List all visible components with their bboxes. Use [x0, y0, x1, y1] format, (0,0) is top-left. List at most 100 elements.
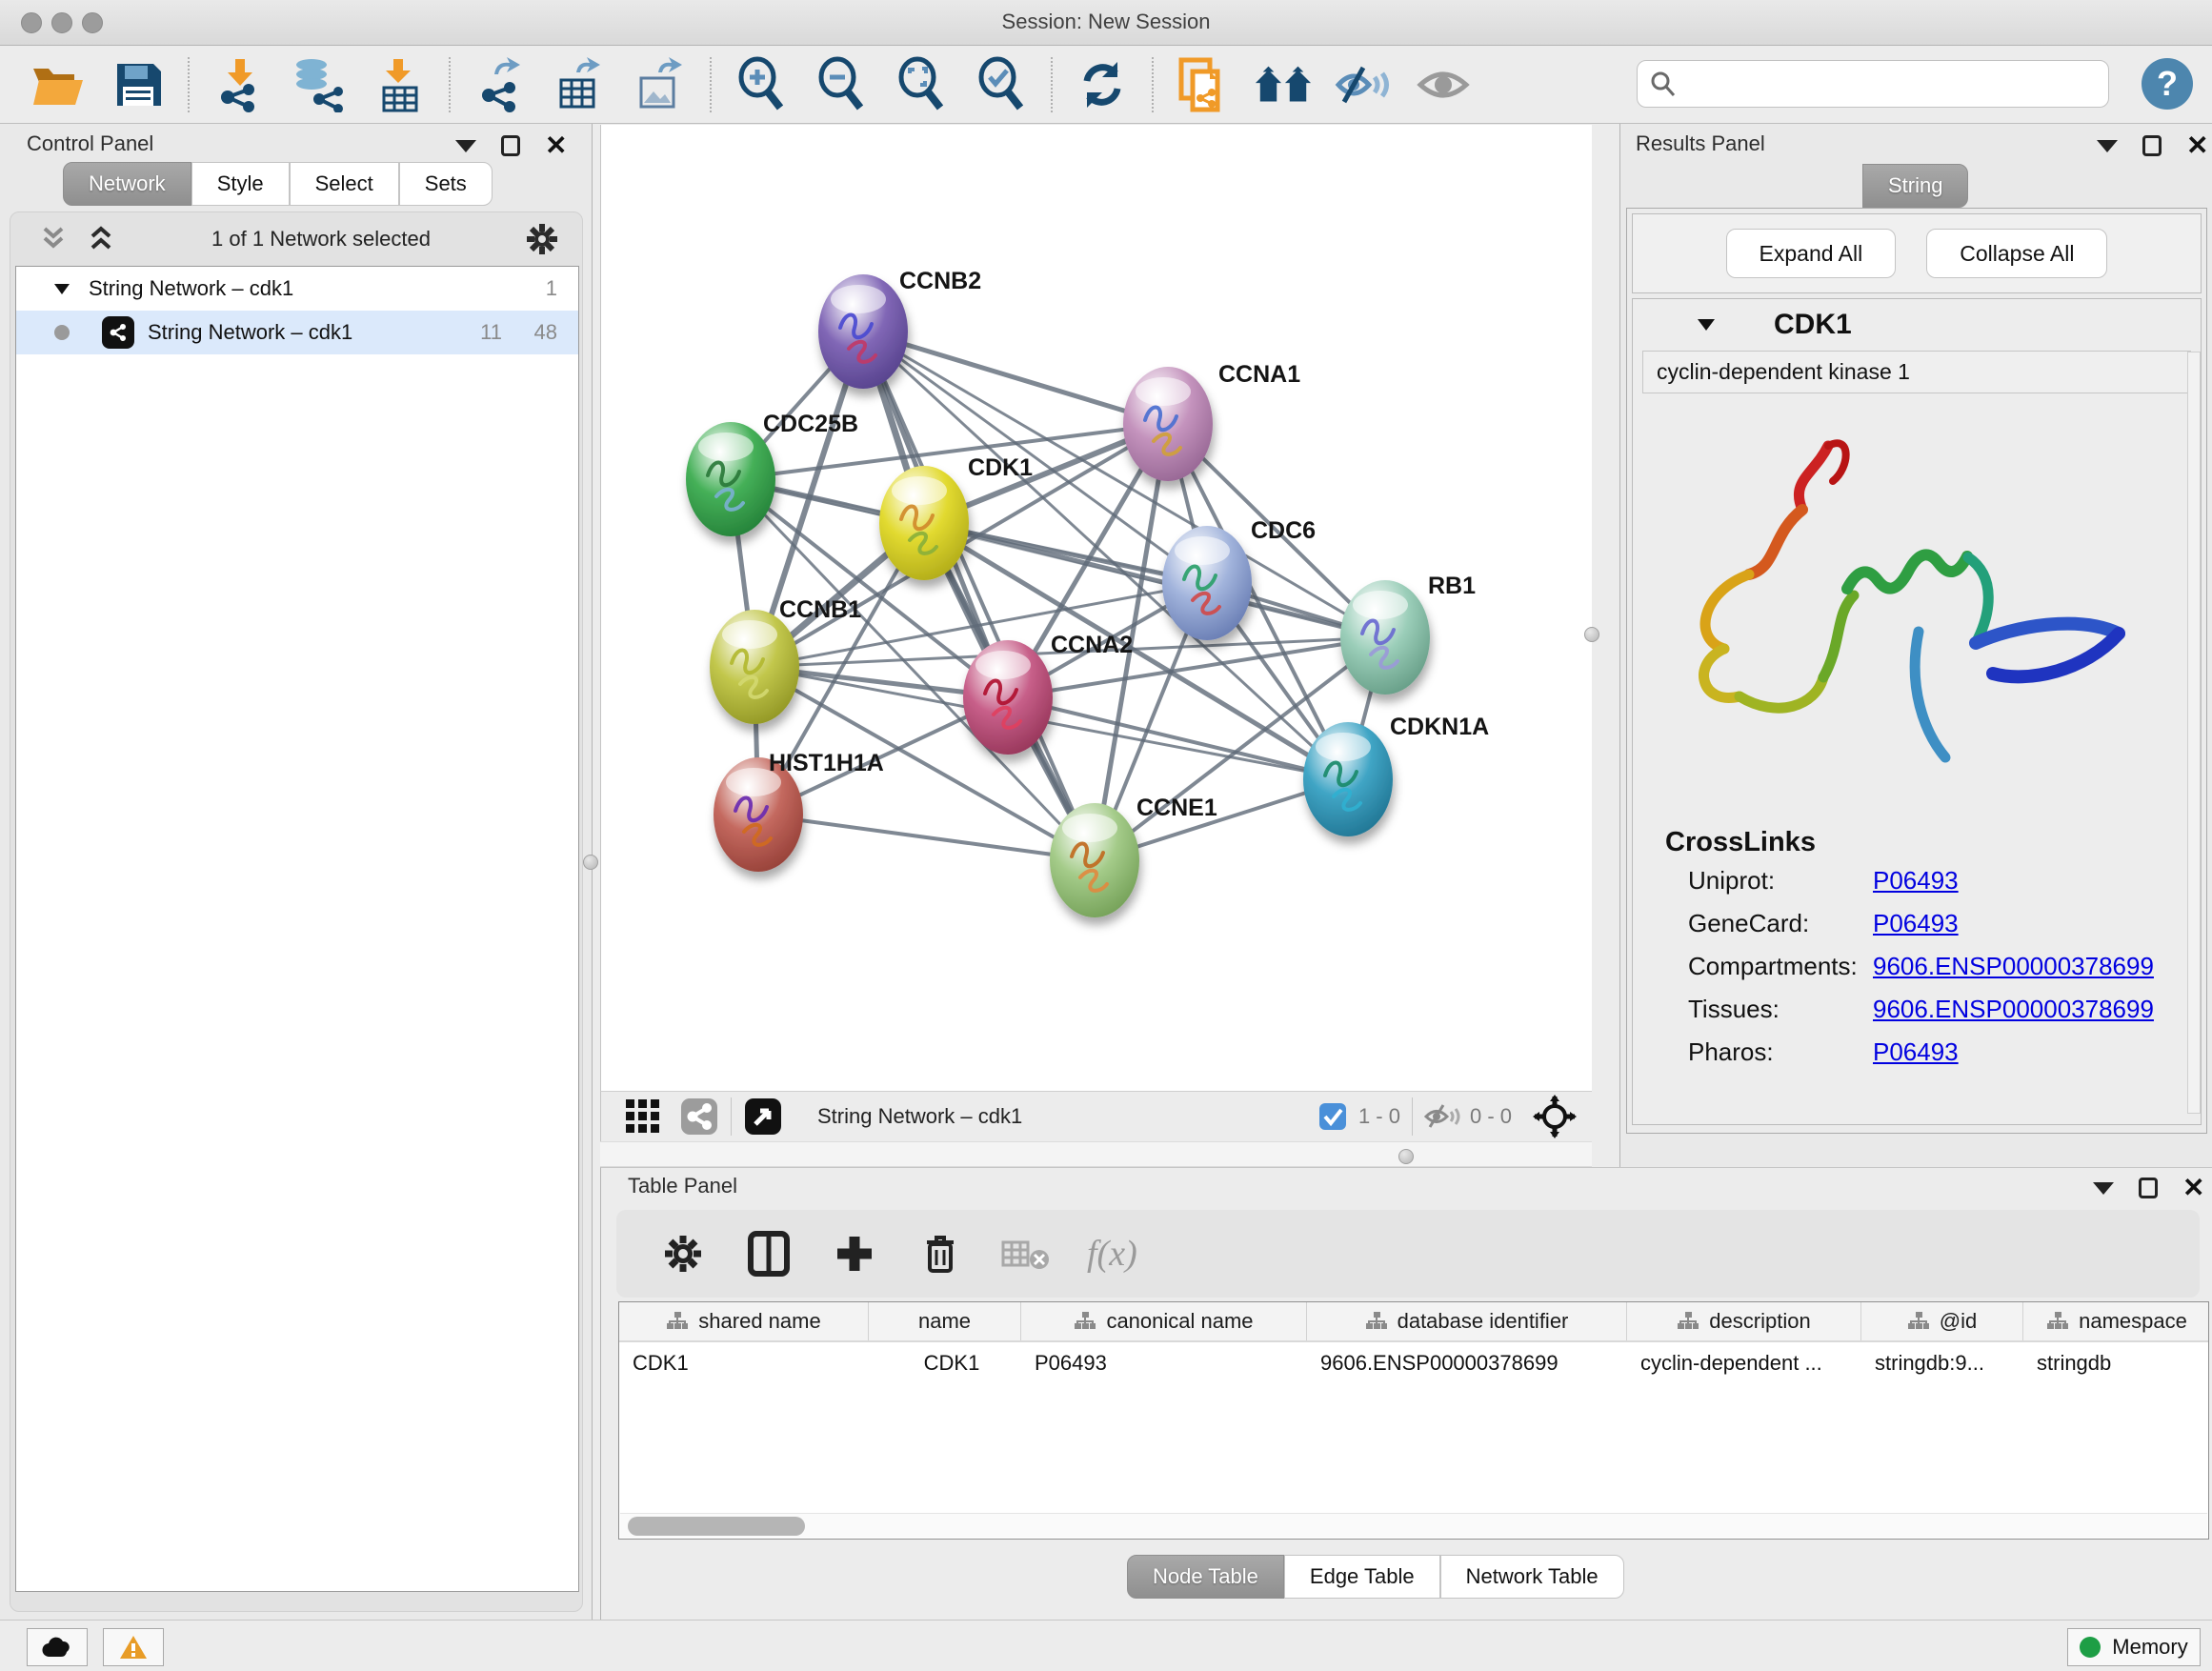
- network-edge[interactable]: [863, 332, 1168, 424]
- save-session-icon[interactable]: [109, 55, 168, 114]
- delete-column-icon[interactable]: [915, 1229, 965, 1278]
- network-node[interactable]: CDKN1A: [1303, 714, 1489, 836]
- zoom-selected-icon[interactable]: [972, 55, 1031, 114]
- network-birdseye-icon[interactable]: [679, 1097, 719, 1137]
- network-graph[interactable]: CCNB2CCNA1CDC25BCDK1CDC6RB1CCNB1CCNA2CDK…: [601, 125, 1593, 1091]
- network-collection-row[interactable]: String Network – cdk1 1: [16, 267, 578, 311]
- open-file-icon[interactable]: [29, 55, 88, 114]
- export-table-icon[interactable]: [551, 55, 610, 114]
- crosslink-compartments-link[interactable]: 9606.ENSP00000378699: [1873, 952, 2154, 981]
- network-edge[interactable]: [924, 523, 1385, 637]
- crosslink-genecard-link[interactable]: P06493: [1873, 909, 1959, 938]
- column-header-name[interactable]: name: [869, 1302, 1021, 1340]
- memory-button[interactable]: Memory: [2067, 1628, 2201, 1666]
- collection-expand-icon[interactable]: [52, 281, 71, 296]
- close-panel-icon[interactable]: ✕: [545, 135, 567, 156]
- cell-canonical-name[interactable]: P06493: [1021, 1351, 1307, 1376]
- table-hscrollbar[interactable]: [620, 1513, 2207, 1538]
- warning-status-button[interactable]: [103, 1628, 164, 1666]
- hide-selected-icon[interactable]: [1334, 55, 1393, 114]
- export-image-icon[interactable]: [631, 55, 690, 114]
- column-header-id[interactable]: @id: [1861, 1302, 2023, 1340]
- detach-view-icon[interactable]: [743, 1097, 783, 1137]
- zoom-fit-icon[interactable]: [892, 55, 951, 114]
- cloud-status-button[interactable]: [27, 1628, 88, 1666]
- first-neighbors-icon[interactable]: [1254, 55, 1313, 114]
- cell-description[interactable]: cyclin-dependent ...: [1627, 1351, 1861, 1376]
- panel-menu-icon[interactable]: [2093, 1182, 2114, 1195]
- gene-collapse-icon[interactable]: [1696, 316, 1717, 333]
- network-node[interactable]: CCNA1: [1123, 361, 1300, 481]
- tab-sets[interactable]: Sets: [399, 162, 493, 206]
- close-panel-icon[interactable]: ✕: [2182, 1178, 2204, 1198]
- table-options-gear-icon[interactable]: [658, 1229, 708, 1278]
- splitter-handle[interactable]: [1398, 1149, 1414, 1164]
- import-table-icon[interactable]: [370, 55, 429, 114]
- network-node[interactable]: CDC6: [1162, 517, 1316, 640]
- grid-view-icon[interactable]: [624, 1097, 662, 1136]
- float-panel-icon[interactable]: [2139, 1178, 2158, 1198]
- crosslink-uniprot-link[interactable]: P06493: [1873, 866, 1959, 896]
- clone-network-icon[interactable]: [1174, 55, 1233, 114]
- network-node[interactable]: CCNA2: [963, 632, 1133, 755]
- network-canvas[interactable]: CCNB2CCNA1CDC25BCDK1CDC6RB1CCNB1CCNA2CDK…: [600, 125, 1592, 1091]
- fit-selected-crosshair-icon[interactable]: [1533, 1095, 1577, 1138]
- column-header-canonical-name[interactable]: canonical name: [1021, 1302, 1307, 1340]
- float-panel-icon[interactable]: [2142, 135, 2162, 156]
- network-node[interactable]: RB1: [1340, 573, 1476, 695]
- zoom-out-icon[interactable]: [812, 55, 871, 114]
- cell-shared-name[interactable]: CDK1: [619, 1351, 869, 1376]
- tab-string[interactable]: String: [1862, 164, 1968, 208]
- help-icon[interactable]: ?: [2142, 58, 2193, 110]
- expand-all-networks-icon[interactable]: [85, 225, 117, 253]
- refresh-icon[interactable]: [1073, 55, 1132, 114]
- close-panel-icon[interactable]: ✕: [2186, 135, 2208, 156]
- network-options-gear-icon[interactable]: [525, 222, 559, 256]
- show-all-icon[interactable]: [1414, 55, 1473, 114]
- network-row[interactable]: String Network – cdk1 11 48: [16, 311, 578, 354]
- float-panel-icon[interactable]: [501, 135, 520, 156]
- tab-network-table[interactable]: Network Table: [1440, 1555, 1624, 1599]
- show-columns-icon[interactable]: [744, 1229, 794, 1278]
- cell-id[interactable]: stringdb:9...: [1861, 1351, 2023, 1376]
- collapse-all-button[interactable]: Collapse All: [1926, 229, 2107, 278]
- tab-node-table[interactable]: Node Table: [1127, 1555, 1284, 1599]
- column-header-description[interactable]: description: [1627, 1302, 1861, 1340]
- import-network-file-icon[interactable]: [210, 55, 269, 114]
- create-column-icon[interactable]: [830, 1229, 879, 1278]
- cell-name[interactable]: CDK1: [869, 1351, 1021, 1376]
- network-node[interactable]: CDC25B: [686, 411, 858, 536]
- panel-menu-icon[interactable]: [455, 140, 476, 152]
- cell-database-identifier[interactable]: 9606.ENSP00000378699: [1307, 1351, 1627, 1376]
- selected-checkbox-icon[interactable]: [1318, 1102, 1347, 1131]
- network-node[interactable]: HIST1H1A: [714, 750, 884, 872]
- tab-edge-table[interactable]: Edge Table: [1284, 1555, 1440, 1599]
- collapse-all-networks-icon[interactable]: [37, 225, 70, 253]
- search-input[interactable]: [1678, 70, 2097, 97]
- table-hscrollbar-thumb[interactable]: [628, 1517, 805, 1536]
- table-row[interactable]: CDK1 CDK1 P06493 9606.ENSP00000378699 cy…: [619, 1342, 2208, 1384]
- column-header-namespace[interactable]: namespace: [2023, 1302, 2209, 1340]
- network-node[interactable]: CCNE1: [1050, 795, 1217, 917]
- splitter-handle[interactable]: [1584, 627, 1599, 642]
- column-header-shared-name[interactable]: shared name: [619, 1302, 869, 1340]
- cell-namespace[interactable]: stringdb: [2023, 1351, 2209, 1376]
- tab-select[interactable]: Select: [290, 162, 399, 206]
- network-edge[interactable]: [758, 815, 1095, 860]
- panel-menu-icon[interactable]: [2097, 140, 2118, 152]
- expand-all-button[interactable]: Expand All: [1726, 229, 1897, 278]
- import-network-database-icon[interactable]: [290, 55, 349, 114]
- crosslink-tissues-link[interactable]: 9606.ENSP00000378699: [1873, 995, 2154, 1024]
- network-node[interactable]: CCNB2: [818, 268, 981, 389]
- network-node[interactable]: CCNB1: [710, 596, 861, 724]
- horizontal-splitter[interactable]: [600, 1141, 1592, 1167]
- network-edge[interactable]: [863, 332, 1095, 860]
- splitter-handle[interactable]: [583, 855, 598, 870]
- tab-style[interactable]: Style: [191, 162, 290, 206]
- column-header-database-identifier[interactable]: database identifier: [1307, 1302, 1627, 1340]
- tab-network[interactable]: Network: [63, 162, 191, 206]
- results-scrollbar[interactable]: [2187, 352, 2201, 1114]
- crosslink-pharos-link[interactable]: P06493: [1873, 1037, 1959, 1067]
- export-network-icon[interactable]: [471, 55, 530, 114]
- zoom-in-icon[interactable]: [732, 55, 791, 114]
